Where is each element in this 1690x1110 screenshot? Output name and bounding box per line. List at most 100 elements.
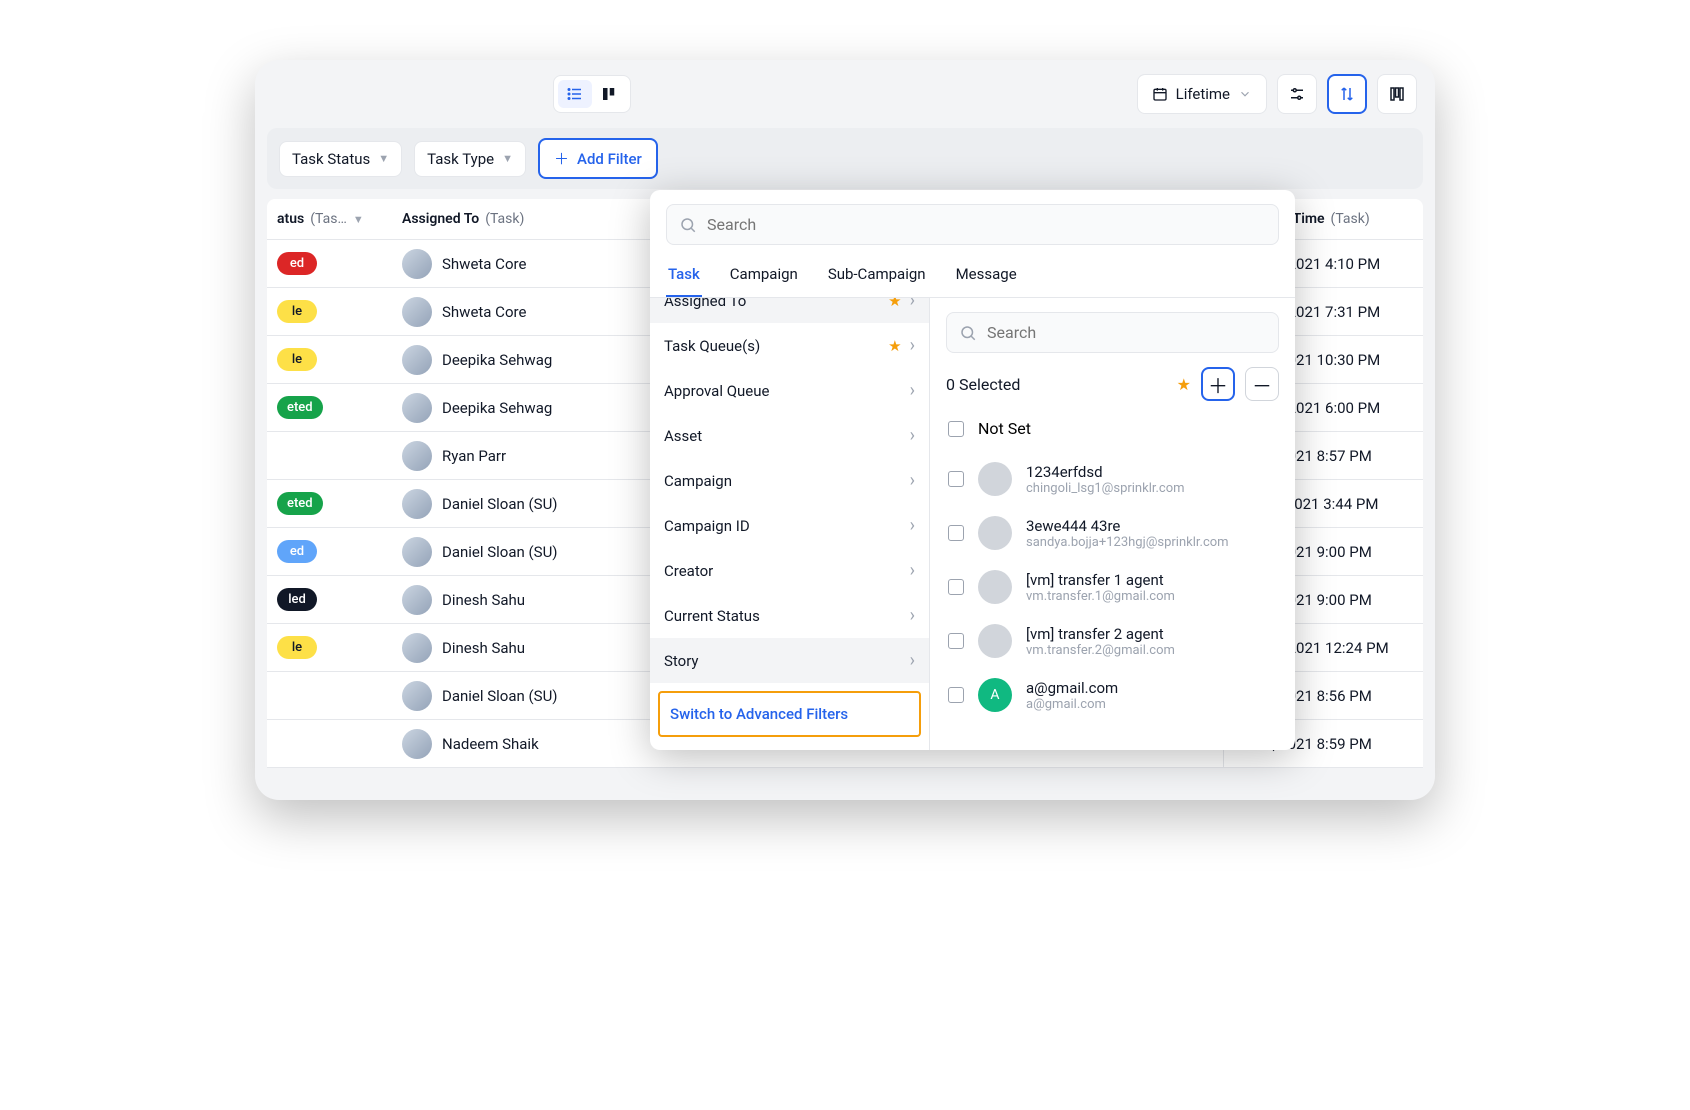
field-item-creator[interactable]: Creator › — [650, 548, 929, 593]
checkbox[interactable] — [948, 421, 964, 437]
field-label: Approval Queue — [664, 382, 769, 400]
user-name: [vm] transfer 1 agent — [1026, 571, 1175, 589]
assignee-name: Daniel Sloan (SU) — [442, 687, 558, 705]
minus-icon: － — [1252, 370, 1272, 399]
popover-search-input[interactable] — [707, 215, 1266, 234]
status-pill: ed — [277, 540, 317, 563]
assignee-name: Shweta Core — [442, 255, 526, 273]
popover-tab-message[interactable]: Message — [954, 255, 1019, 297]
user-email: sandya.bojja+123hgj@sprinklr.com — [1026, 535, 1229, 550]
avatar — [402, 393, 432, 423]
value-search-input[interactable] — [987, 323, 1266, 342]
checkbox[interactable] — [948, 525, 964, 541]
avatar — [978, 516, 1012, 550]
field-item-task-queue-s-[interactable]: Task Queue(s)★› — [650, 323, 929, 368]
assignee-name: Nadeem Shaik — [442, 735, 539, 753]
popover-tab-sub-campaign[interactable]: Sub-Campaign — [826, 255, 928, 297]
toolbar-right: Lifetime — [1137, 74, 1417, 114]
search-icon — [679, 216, 697, 234]
field-label: Current Status — [664, 607, 760, 625]
settings-sliders-button[interactable] — [1277, 74, 1317, 114]
user-email: chingoli_lsg1@sprinklr.com — [1026, 481, 1185, 496]
calendar-icon — [1152, 86, 1168, 102]
col-label: atus — [277, 211, 304, 227]
exclude-button[interactable]: － — [1245, 367, 1279, 401]
add-filter-button[interactable]: ＋ Add Filter — [538, 138, 658, 179]
filter-popover: Task Campaign Sub-Campaign Message Assigned… — [650, 190, 1295, 750]
user-name: 3ewe444 43re — [1026, 517, 1229, 535]
popover-tab-task[interactable]: Task — [666, 255, 702, 297]
include-button[interactable]: ＋ — [1201, 367, 1235, 401]
field-item-assigned-to[interactable]: Assigned To★› — [650, 298, 929, 323]
user-option[interactable]: [vm] transfer 2 agentvm.transfer.2@gmail… — [946, 614, 1279, 668]
field-item-current-status[interactable]: Current Status › — [650, 593, 929, 638]
columns-icon — [1388, 85, 1406, 103]
chevron-right-icon: › — [910, 298, 915, 311]
checkbox[interactable] — [948, 579, 964, 595]
status-pill: le — [277, 636, 317, 659]
board-view-button[interactable] — [592, 80, 626, 108]
field-item-story[interactable]: Story› — [650, 638, 929, 683]
user-email: a@gmail.com — [1026, 697, 1118, 712]
popover-search[interactable] — [666, 204, 1279, 245]
popover-tab-campaign[interactable]: Campaign — [728, 255, 800, 297]
advanced-filters-label: Switch to Advanced Filters — [670, 705, 848, 723]
chevron-right-icon: › — [910, 470, 915, 491]
list-view-icon — [566, 85, 584, 103]
user-option[interactable]: 1234erfdsdchingoli_lsg1@sprinklr.com — [946, 452, 1279, 506]
selected-count-label: 0 Selected — [946, 375, 1167, 394]
checkbox[interactable] — [948, 633, 964, 649]
field-label: Campaign — [664, 472, 732, 490]
field-item-approval-queue[interactable]: Approval Queue › — [650, 368, 929, 413]
chevron-right-icon: › — [910, 425, 915, 446]
status-pill: le — [277, 300, 317, 323]
avatar — [402, 633, 432, 663]
sliders-icon — [1288, 85, 1306, 103]
plus-icon: ＋ — [554, 148, 569, 169]
chevron-right-icon: › — [910, 650, 915, 671]
checkbox[interactable] — [948, 687, 964, 703]
sort-button[interactable] — [1327, 74, 1367, 114]
star-icon[interactable]: ★ — [1177, 375, 1191, 394]
chevron-right-icon: › — [910, 560, 915, 581]
avatar — [402, 489, 432, 519]
field-label: Creator — [664, 562, 713, 580]
assignee-name: Dinesh Sahu — [442, 591, 525, 609]
column-header-status[interactable]: atus (Tas… ▼ — [267, 199, 392, 239]
user-option[interactable]: 3ewe444 43resandya.bojja+123hgj@sprinklr… — [946, 506, 1279, 560]
field-label: Task Queue(s) — [664, 337, 760, 355]
user-name: a@gmail.com — [1026, 679, 1118, 697]
assignee-name: Dinesh Sahu — [442, 639, 525, 657]
status-pill: ed — [277, 252, 317, 275]
filter-chip-task-type[interactable]: Task Type ▼ — [414, 141, 526, 177]
user-email: vm.transfer.2@gmail.com — [1026, 643, 1175, 658]
chevron-right-icon: › — [910, 515, 915, 536]
value-search[interactable] — [946, 312, 1279, 353]
date-range-picker[interactable]: Lifetime — [1137, 74, 1267, 114]
sort-arrows-icon — [1338, 85, 1356, 103]
status-pill: le — [277, 348, 317, 371]
field-label: Assigned To — [664, 298, 746, 310]
not-set-option[interactable]: Not Set — [946, 413, 1279, 452]
switch-advanced-filters-link[interactable]: Switch to Advanced Filters — [658, 691, 921, 737]
user-option[interactable]: Aa@gmail.coma@gmail.com — [946, 668, 1279, 722]
filter-bar: Task Status ▼ Task Type ▼ ＋ Add Filter — [267, 128, 1423, 189]
user-option[interactable]: [vm] transfer 1 agentvm.transfer.1@gmail… — [946, 560, 1279, 614]
user-option-list: 1234erfdsdchingoli_lsg1@sprinklr.com3ewe… — [946, 452, 1279, 736]
field-item-asset[interactable]: Asset› — [650, 413, 929, 458]
chevron-down-icon: ▼ — [502, 152, 513, 165]
columns-button[interactable] — [1377, 74, 1417, 114]
chevron-down-icon: ▼ — [378, 152, 389, 165]
popover-value-panel: 0 Selected ★ ＋ － Not Set 1234erfdsdching… — [930, 298, 1295, 750]
field-item-campaign[interactable]: Campaign › — [650, 458, 929, 503]
chevron-down-icon — [1238, 87, 1252, 101]
field-item-campaign-id[interactable]: Campaign ID› — [650, 503, 929, 548]
list-view-button[interactable] — [558, 80, 592, 108]
user-email: vm.transfer.1@gmail.com — [1026, 589, 1175, 604]
avatar — [978, 462, 1012, 496]
chevron-right-icon: › — [910, 605, 915, 626]
filter-chip-task-status[interactable]: Task Status ▼ — [279, 141, 402, 177]
avatar — [402, 345, 432, 375]
chevron-right-icon: › — [910, 380, 915, 401]
checkbox[interactable] — [948, 471, 964, 487]
